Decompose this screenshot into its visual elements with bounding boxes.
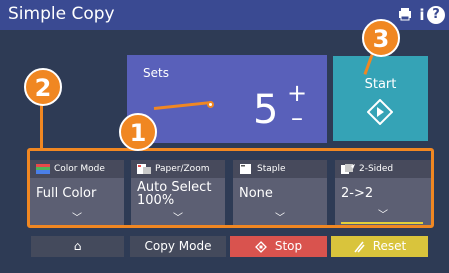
- callout-2: 2: [24, 68, 62, 106]
- start-diamond-icon: [367, 99, 393, 125]
- reset-icon: [354, 241, 365, 253]
- sets-panel[interactable]: Sets 5 + –: [127, 55, 327, 143]
- start-label: Start: [364, 77, 397, 92]
- increase-sets-button[interactable]: +: [283, 79, 311, 107]
- home-icon: ⌂: [73, 239, 82, 253]
- simple-copy-screen: Simple Copy i ? Sets 5 + – Start Color M…: [0, 0, 449, 273]
- callout-3: 3: [362, 19, 400, 57]
- start-button[interactable]: Start: [333, 56, 428, 141]
- decrease-sets-button[interactable]: –: [283, 106, 311, 133]
- stop-label: Stop: [274, 239, 303, 253]
- copy-mode-button[interactable]: Copy Mode: [130, 236, 226, 257]
- reset-label: Reset: [372, 239, 407, 253]
- sets-label: Sets: [143, 66, 169, 80]
- callout-1-pointer: [207, 101, 214, 108]
- home-button[interactable]: ⌂: [31, 236, 124, 257]
- help-icon[interactable]: ?: [427, 6, 445, 24]
- reset-button[interactable]: Reset: [331, 236, 428, 257]
- sets-value: 5: [253, 87, 279, 133]
- stop-button[interactable]: Stop: [230, 236, 327, 257]
- callout-2-connector: [40, 104, 43, 149]
- stop-icon: [254, 240, 267, 253]
- printer-icon[interactable]: [396, 6, 414, 24]
- callout-1: 1: [119, 113, 157, 151]
- function-buttons-highlight: [27, 148, 434, 228]
- page-title: Simple Copy: [8, 4, 115, 24]
